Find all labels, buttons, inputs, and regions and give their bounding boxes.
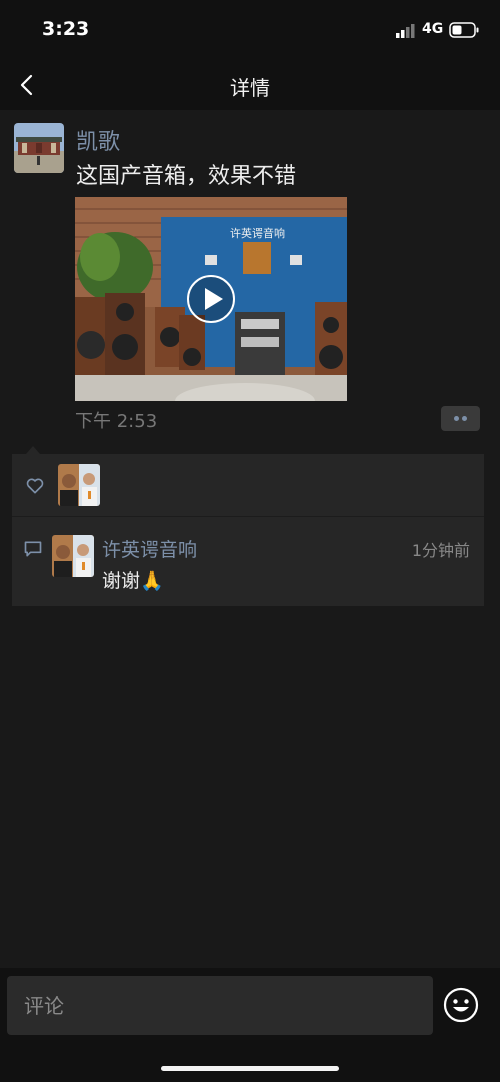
more-dot-icon [454, 416, 459, 421]
battery-icon [449, 22, 479, 38]
more-dot-icon [462, 416, 467, 421]
panel-pointer [26, 446, 40, 454]
network-label: 4G [422, 21, 444, 37]
more-actions-button[interactable] [441, 406, 480, 431]
comment-icon [24, 541, 42, 557]
post-timestamp: 下午 2:53 [75, 411, 158, 432]
post-author[interactable]: 凯歌 [76, 124, 120, 156]
comment-author[interactable]: 许英谔音响 [102, 535, 197, 562]
home-indicator [161, 1066, 339, 1071]
commenter-avatar[interactable] [52, 535, 94, 577]
page-title: 详情 [230, 76, 270, 100]
status-bar: 3:23 4G [0, 0, 500, 60]
video-sign-text: 许英谔音响 [230, 226, 285, 240]
nav-bar: 详情 [0, 60, 500, 110]
comment-timestamp: 1分钟前 [411, 541, 470, 560]
emoji-icon[interactable] [443, 987, 479, 1023]
author-avatar[interactable] [14, 123, 64, 173]
status-time: 3:23 [42, 18, 90, 40]
heart-icon [26, 478, 44, 494]
comment-text: 谢谢🙏 [102, 570, 164, 592]
post-text: 这国产音箱，效果不错 [76, 164, 297, 189]
play-icon[interactable] [186, 274, 236, 324]
signal-icon [396, 24, 415, 38]
divider [12, 516, 484, 517]
comment-input[interactable] [7, 976, 433, 1035]
liker-avatar[interactable] [58, 464, 100, 506]
